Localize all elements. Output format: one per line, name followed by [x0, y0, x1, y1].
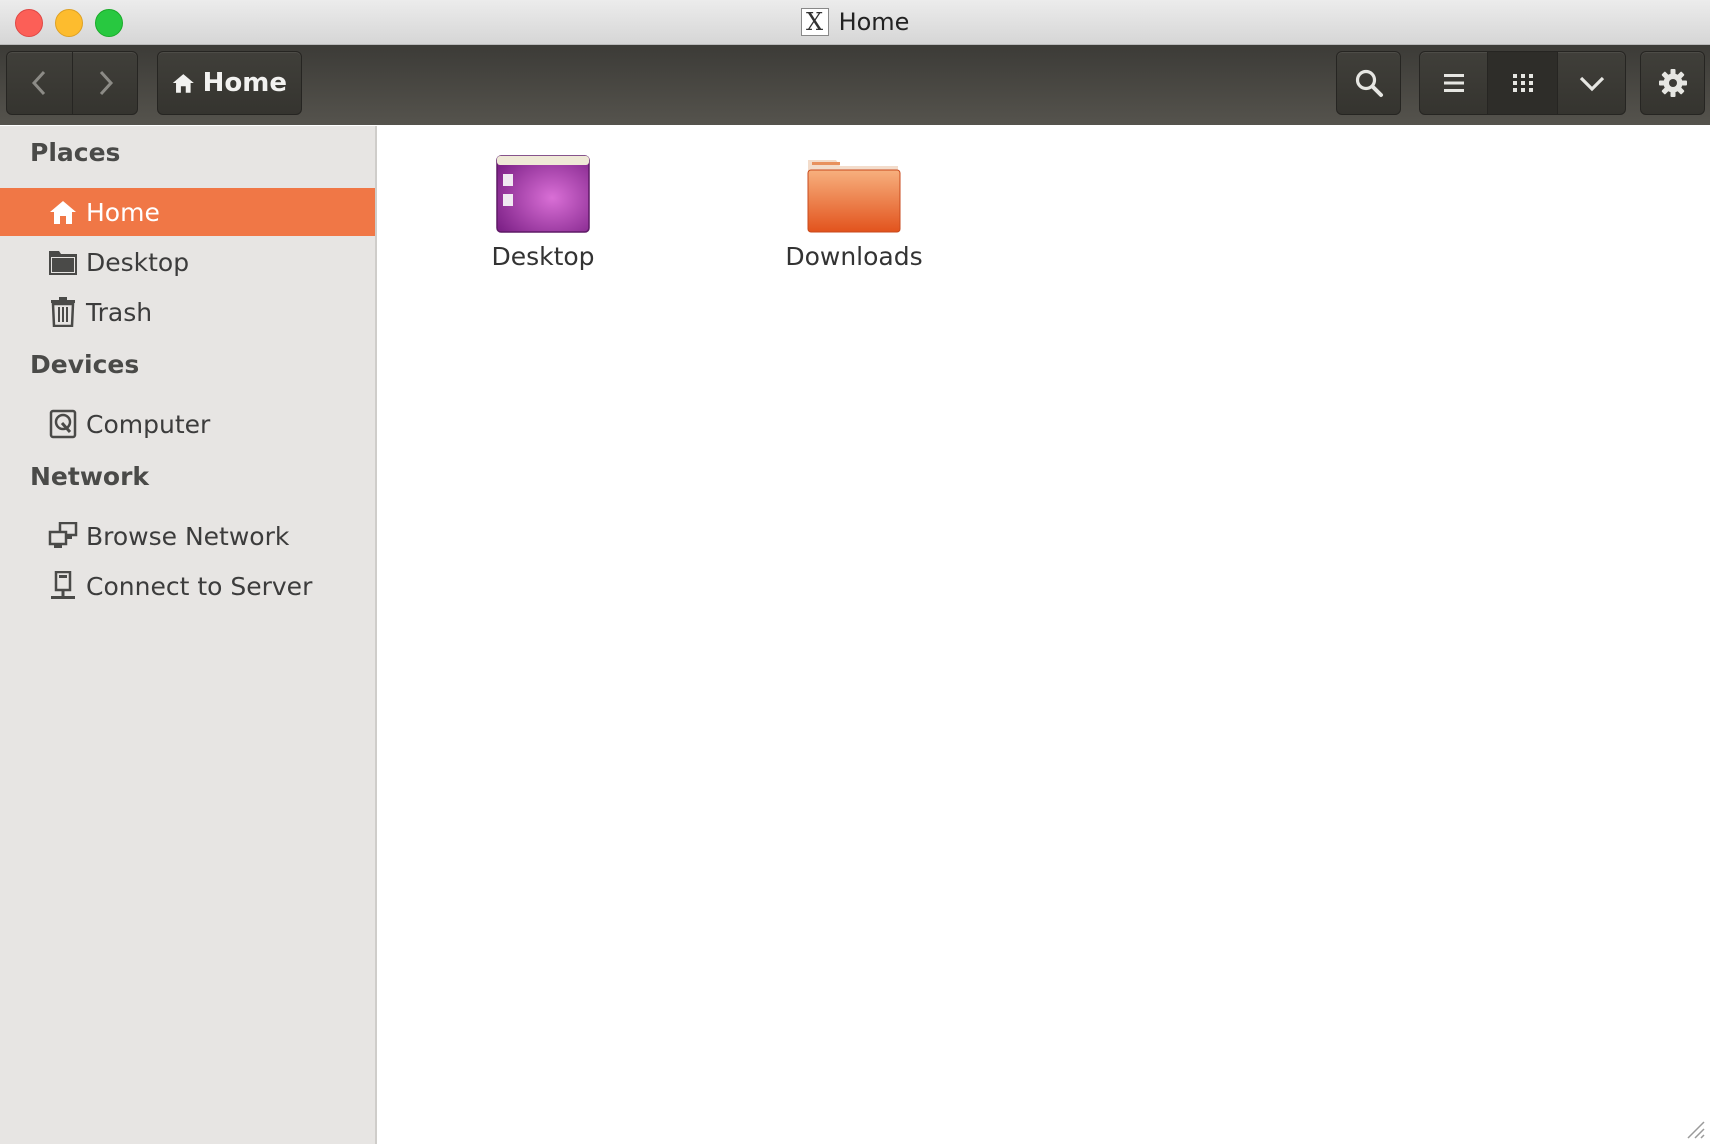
sidebar-item-computer[interactable]: Computer: [0, 400, 375, 448]
file-name: Desktop: [491, 242, 595, 271]
sidebar-item-label: Desktop: [86, 247, 190, 277]
home-icon: [172, 74, 194, 93]
gear-icon: [1658, 69, 1687, 97]
settings-button[interactable]: [1641, 52, 1704, 114]
view-button-group: [1419, 51, 1626, 115]
sidebar-heading-devices: Devices: [30, 350, 140, 379]
file-view[interactable]: Desktop Downloads: [377, 126, 1710, 1144]
sidebar-heading-network: Network: [30, 462, 150, 491]
nav-button-group: [6, 51, 138, 115]
path-bar: Home: [157, 51, 302, 115]
path-home-button[interactable]: Home: [158, 52, 301, 114]
sidebar-item-label: Connect to Server: [86, 571, 313, 601]
folder-icon: [48, 247, 78, 277]
search-button-group: [1336, 51, 1401, 115]
x11-icon: X: [800, 8, 829, 36]
sidebar: Places Home Desktop Trash Devices Comput…: [0, 126, 377, 1144]
back-button[interactable]: [7, 52, 72, 114]
sidebar-item-desktop[interactable]: Desktop: [0, 238, 375, 286]
chevron-right-icon: [99, 70, 114, 96]
toolbar: Home: [0, 45, 1710, 125]
chevron-down-icon: [1579, 76, 1604, 92]
search-icon: [1355, 69, 1383, 97]
home-icon: [48, 197, 78, 227]
trash-icon: [48, 297, 78, 327]
file-item-desktop[interactable]: Desktop: [443, 154, 643, 271]
sidebar-item-trash[interactable]: Trash: [0, 288, 375, 336]
title-bar: X Home: [0, 0, 1710, 45]
forward-button[interactable]: [72, 52, 137, 114]
harddisk-icon: [48, 409, 78, 439]
sidebar-item-home[interactable]: Home: [0, 188, 375, 236]
resize-grip-icon[interactable]: [1682, 1116, 1706, 1140]
grid-view-icon: [1512, 74, 1533, 92]
list-view-button[interactable]: [1420, 52, 1487, 114]
file-item-downloads[interactable]: Downloads: [754, 154, 954, 271]
sidebar-item-label: Trash: [86, 297, 153, 327]
server-icon: [48, 571, 78, 601]
sidebar-item-label: Computer: [86, 409, 211, 439]
sidebar-heading-places: Places: [30, 138, 121, 167]
sidebar-item-connect-to-server[interactable]: Connect to Server: [0, 562, 375, 610]
search-button[interactable]: [1337, 52, 1400, 114]
view-options-button[interactable]: [1557, 52, 1625, 114]
file-name: Downloads: [785, 242, 923, 271]
sidebar-item-label: Home: [86, 197, 160, 227]
folder-icon: [807, 160, 901, 233]
window-title: Home: [838, 8, 910, 36]
sidebar-item-label: Browse Network: [86, 521, 290, 551]
chevron-left-icon: [31, 70, 45, 96]
network-icon: [48, 521, 78, 551]
grid-view-button[interactable]: [1487, 52, 1557, 114]
settings-button-group: [1640, 51, 1705, 115]
path-home-label: Home: [202, 68, 287, 98]
sidebar-item-browse-network[interactable]: Browse Network: [0, 512, 375, 560]
list-view-icon: [1443, 74, 1464, 92]
desktop-folder-icon: [496, 155, 590, 233]
